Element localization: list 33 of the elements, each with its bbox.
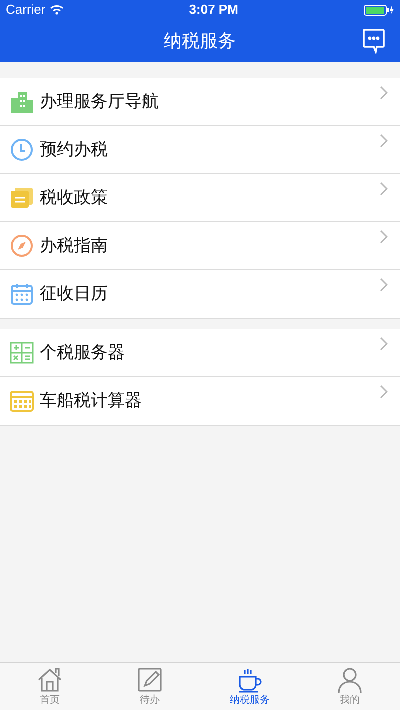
person-icon (336, 666, 364, 694)
chevron-icon (380, 182, 388, 196)
menu-label: 办税指南 (40, 234, 109, 257)
calendar-icon (10, 282, 34, 306)
status-time: 3:07 PM (189, 1, 238, 20)
chevron-icon (380, 337, 388, 351)
tab[interactable]: 纳税服务 (200, 663, 300, 710)
menu-label: 个税服务器 (40, 342, 126, 364)
chevron-icon (380, 230, 388, 244)
message-button[interactable] (362, 28, 386, 54)
compass-icon (10, 234, 34, 258)
clock-icon (10, 138, 34, 162)
menu-label: 征收日历 (40, 283, 109, 306)
carrier-label: Carrier (6, 1, 46, 20)
page-title: 纳税服务 (164, 30, 236, 52)
menu-label: 车船税计算器 (40, 390, 143, 412)
menu-label: 办理服务厅导航 (40, 90, 160, 113)
document-icon (10, 186, 34, 210)
menu-label: 税收政策 (40, 186, 109, 209)
chevron-icon (380, 134, 388, 148)
home-icon (36, 666, 64, 694)
cup-icon (236, 666, 264, 694)
buildings-icon (10, 90, 34, 114)
chevron-icon (380, 86, 388, 100)
chevron-icon (380, 278, 388, 292)
battery-icon (364, 4, 394, 16)
calculator-icon (10, 389, 34, 413)
menu-label: 预约办税 (40, 138, 109, 161)
chat-icon (362, 28, 386, 54)
chevron-icon (380, 385, 388, 399)
edit-icon (136, 666, 164, 694)
calculator-icon (10, 340, 34, 364)
wifi-icon (50, 5, 64, 15)
